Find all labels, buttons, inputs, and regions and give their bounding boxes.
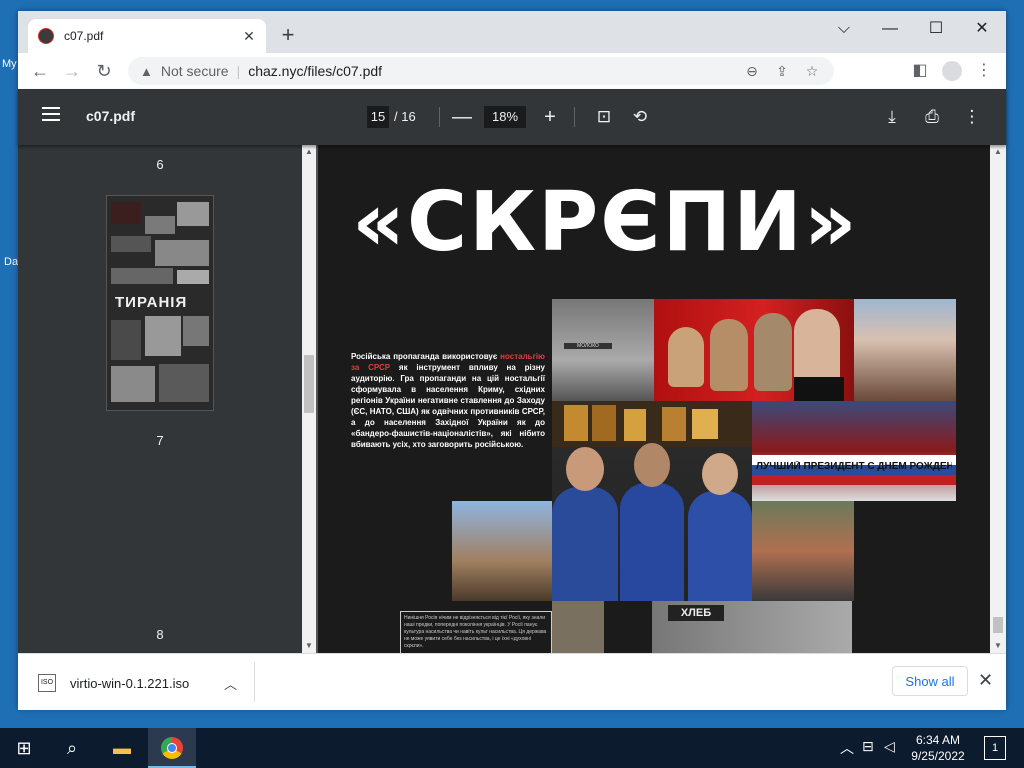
browser-window: c07.pdf ✕ + ⌵ — ☐ ✕ ← → ↻ ▲ Not secure |… [18,11,1006,710]
taskbar: ⊞ ⌕ ▬ ︿ ⊟ ◁ 6:34 AM 9/25/2022 1 [0,728,1024,768]
tray-chevron-up-icon[interactable]: ︿ [840,738,854,758]
tab-close-icon[interactable]: ✕ [240,27,258,45]
pdf-viewer: 6 ТИРАНІЯ 7 8 ▲ ▼ «СКРЄПИ» Російська про… [18,145,1006,653]
thumbnail-page-number: 8 [156,627,164,642]
scroll-down-arrow-icon[interactable]: ▼ [991,641,1005,650]
chevron-up-icon[interactable]: ︿ [224,674,237,693]
divider [574,107,575,127]
politician-photo [552,601,604,653]
woman-photo [752,501,854,601]
thumbnail-page-number: 7 [156,433,164,448]
back-button[interactable]: ← [28,59,52,83]
start-windows-icon[interactable]: ⊞ [0,728,48,768]
minimize-button[interactable]: — [868,17,912,41]
clock-date: 9/25/2022 [911,749,965,763]
pdf-toolbar: c07.pdf 15 / 16 — 18% + ⊡ ⟲ ⤓ ⎙ ⋮ [18,89,1006,145]
file-explorer-icon[interactable]: ▬ [98,728,146,768]
download-shelf: ISO virtio-win-0.1.221.iso ︿ Show all ✕ [18,653,1006,710]
thumbnail-page-7[interactable]: ТИРАНІЯ [106,195,214,411]
new-tab-button[interactable]: + [276,23,300,47]
search-icon[interactable]: ⌕ [48,728,96,768]
zoom-in-button[interactable]: + [538,105,562,129]
chrome-taskbar-icon[interactable] [148,728,196,768]
scroll-down-arrow-icon[interactable]: ▼ [302,641,316,650]
system-clock[interactable]: 6:34 AM 9/25/2022 [906,732,970,764]
download-icon[interactable]: ⤓ [880,105,904,129]
url-text[interactable]: chaz.nyc/files/c07.pdf [248,63,382,79]
scroll-up-arrow-icon[interactable]: ▲ [991,147,1005,156]
scroll-up-arrow-icon[interactable]: ▲ [302,147,316,156]
warning-icon[interactable]: ▲ [140,64,153,79]
clock-time: 6:34 AM [915,733,961,747]
tab-c07[interactable]: c07.pdf ✕ [28,19,266,53]
maximize-button[interactable]: ☐ [914,17,958,41]
tab-title: c07.pdf [64,29,104,43]
divider [439,107,440,127]
thumbnail-page-number: 6 [156,157,164,172]
favicon-icon [38,28,54,44]
page-total: / 16 [394,109,416,124]
thumbnail-scrollbar[interactable]: ▲ ▼ [302,145,316,653]
download-file-name[interactable]: virtio-win-0.1.221.iso [70,676,189,691]
pdf-page: «СКРЄПИ» Російська пропаганда використов… [318,145,990,653]
page-number-input[interactable]: 15 [367,106,389,128]
notification-icon[interactable]: 1 [984,736,1006,760]
rotate-icon[interactable]: ⟲ [628,105,652,129]
print-icon[interactable]: ⎙ [920,105,944,129]
page-heading: «СКРЄПИ» [352,175,859,270]
street-photo: МОЛОКО [552,299,654,401]
address-bar[interactable]: ▲ Not secure | chaz.nyc/files/c07.pdf ⊖ … [128,57,834,85]
tab-search-icon[interactable]: ⌵ [822,17,866,41]
icons-photo [552,401,752,447]
close-window-button[interactable]: ✕ [960,17,1004,41]
zoom-input[interactable]: 18% [484,106,526,128]
zoom-out-button[interactable]: — [450,105,474,129]
scrollbar-thumb[interactable] [993,617,1003,633]
cosmonauts-photo [552,443,752,601]
zoom-icon[interactable]: ⊖ [742,61,762,81]
sidebar-menu-icon[interactable] [42,107,60,121]
page-scrollbar[interactable]: ▲ ▼ [990,145,1006,653]
iso-file-icon: ISO [38,674,56,692]
reload-button[interactable]: ↻ [92,59,116,83]
share-icon[interactable]: ⇪ [772,61,792,81]
bookmark-star-icon[interactable]: ☆ [802,61,822,81]
fit-page-icon[interactable]: ⊡ [592,105,616,129]
volume-icon[interactable]: ◁ [884,738,895,755]
download-item[interactable]: ISO virtio-win-0.1.221.iso [38,674,189,692]
show-all-button[interactable]: Show all [892,666,968,696]
more-options-icon[interactable]: ⋮ [960,105,984,129]
browser-toolbar: ← → ↻ ▲ Not secure | chaz.nyc/files/c07.… [18,53,1006,89]
march-photo [452,501,552,601]
tab-strip: c07.pdf ✕ + ⌵ — ☐ ✕ [18,11,1006,53]
thumbnail-sidebar: 6 ТИРАНІЯ 7 8 [18,145,302,653]
scrollbar-thumb[interactable] [304,355,314,413]
side-panel-icon[interactable]: ◧ [910,61,930,81]
profile-avatar-icon[interactable] [942,61,962,81]
caption-box: Нинішня Росія нічим не відрізняється від… [400,611,552,653]
menu-kebab-icon[interactable]: ⋮ [974,61,994,81]
crowd-photo [854,299,956,401]
forward-button[interactable]: → [60,59,84,83]
body-paragraph: Російська пропаганда використовує ностал… [351,352,545,449]
desktop-icon-label[interactable]: Da [4,256,18,268]
stadium-banner-photo: ЛУЧШИЙ ПРЕЗИДЕНТ С ДНЕМ РОЖДЕНИЯ [752,401,956,501]
divider [254,662,255,702]
network-icon[interactable]: ⊟ [862,738,874,755]
security-label[interactable]: Not secure [161,63,229,79]
separator: | [236,63,241,79]
thumbnail-heading: ТИРАНІЯ [115,294,188,311]
leaders-portrait-image [654,299,854,401]
bread-queue-photo: ХЛЕБ [652,601,852,653]
desktop-icon-label[interactable]: My [2,58,17,70]
pdf-title: c07.pdf [86,108,136,124]
close-shelf-icon[interactable]: ✕ [978,670,993,691]
